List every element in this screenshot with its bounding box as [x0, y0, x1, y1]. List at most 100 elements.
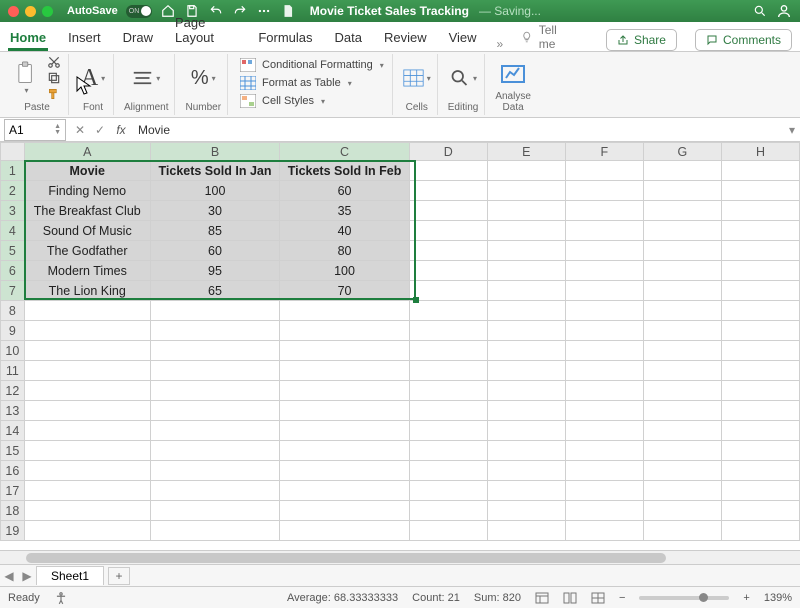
- cell[interactable]: 85: [150, 221, 280, 241]
- cell[interactable]: [565, 201, 643, 221]
- cell[interactable]: [487, 201, 565, 221]
- add-sheet-button[interactable]: +: [108, 567, 130, 585]
- cell[interactable]: [280, 341, 410, 361]
- cell[interactable]: [565, 341, 643, 361]
- row-header[interactable]: 16: [1, 461, 25, 481]
- alignment-button[interactable]: ▾: [132, 61, 160, 95]
- cell[interactable]: [721, 261, 799, 281]
- cell[interactable]: [565, 241, 643, 261]
- row-header[interactable]: 2: [1, 181, 25, 201]
- tab-formulas[interactable]: Formulas: [256, 26, 314, 51]
- cell[interactable]: [24, 321, 150, 341]
- cell[interactable]: [150, 401, 280, 421]
- tab-view[interactable]: View: [447, 26, 479, 51]
- cell[interactable]: [150, 341, 280, 361]
- cell[interactable]: [409, 361, 487, 381]
- cell[interactable]: [409, 421, 487, 441]
- cell[interactable]: [643, 201, 721, 221]
- cell[interactable]: [409, 261, 487, 281]
- column-header[interactable]: A: [24, 143, 150, 161]
- cell[interactable]: [643, 401, 721, 421]
- cell[interactable]: [409, 401, 487, 421]
- cell[interactable]: [565, 441, 643, 461]
- cell[interactable]: Tickets Sold In Jan: [150, 161, 280, 181]
- cell[interactable]: [150, 321, 280, 341]
- cell[interactable]: [721, 321, 799, 341]
- cell[interactable]: [721, 301, 799, 321]
- analyse-data-button[interactable]: [499, 57, 527, 91]
- cell[interactable]: [150, 441, 280, 461]
- row-header[interactable]: 3: [1, 201, 25, 221]
- cell[interactable]: [487, 241, 565, 261]
- cell[interactable]: [721, 201, 799, 221]
- expand-formula-bar-icon[interactable]: ▾: [784, 123, 800, 137]
- cell[interactable]: [643, 441, 721, 461]
- cell[interactable]: 30: [150, 201, 280, 221]
- cell[interactable]: [643, 321, 721, 341]
- column-header[interactable]: D: [409, 143, 487, 161]
- cell[interactable]: [643, 461, 721, 481]
- row-header[interactable]: 18: [1, 501, 25, 521]
- cell[interactable]: 65: [150, 281, 280, 301]
- cell[interactable]: [24, 301, 150, 321]
- cell[interactable]: [565, 221, 643, 241]
- cell[interactable]: [280, 361, 410, 381]
- cell[interactable]: [721, 241, 799, 261]
- cell[interactable]: [150, 481, 280, 501]
- cell[interactable]: 80: [280, 241, 410, 261]
- cell[interactable]: [643, 261, 721, 281]
- tab-insert[interactable]: Insert: [66, 26, 103, 51]
- autosave-toggle[interactable]: [126, 5, 152, 18]
- row-header[interactable]: 7: [1, 281, 25, 301]
- comments-button[interactable]: Comments: [695, 29, 792, 51]
- cell[interactable]: [409, 521, 487, 541]
- row-header[interactable]: 15: [1, 441, 25, 461]
- row-header[interactable]: 4: [1, 221, 25, 241]
- row-header[interactable]: 9: [1, 321, 25, 341]
- cell[interactable]: Modern Times: [24, 261, 150, 281]
- cell[interactable]: [643, 241, 721, 261]
- view-page-break-icon[interactable]: [591, 592, 605, 604]
- cell[interactable]: [487, 381, 565, 401]
- sheet-tab-active[interactable]: Sheet1: [36, 566, 104, 585]
- cell[interactable]: [150, 361, 280, 381]
- format-painter-icon[interactable]: [46, 87, 62, 101]
- cell[interactable]: [24, 401, 150, 421]
- editing-button[interactable]: ▾: [449, 61, 477, 95]
- cell[interactable]: [565, 161, 643, 181]
- cell[interactable]: [565, 401, 643, 421]
- cell[interactable]: [721, 181, 799, 201]
- cell[interactable]: [150, 521, 280, 541]
- cell[interactable]: [409, 481, 487, 501]
- cell[interactable]: [643, 381, 721, 401]
- number-format-button[interactable]: %▾: [189, 61, 217, 95]
- cell[interactable]: [565, 421, 643, 441]
- cell[interactable]: 40: [280, 221, 410, 241]
- cell[interactable]: 100: [150, 181, 280, 201]
- cell[interactable]: [643, 481, 721, 501]
- cell[interactable]: [24, 361, 150, 381]
- cell[interactable]: [280, 301, 410, 321]
- cell[interactable]: [643, 521, 721, 541]
- cell[interactable]: [643, 281, 721, 301]
- cell[interactable]: 60: [150, 241, 280, 261]
- cell[interactable]: [487, 501, 565, 521]
- cell[interactable]: [24, 381, 150, 401]
- cell[interactable]: [280, 461, 410, 481]
- cell[interactable]: [565, 521, 643, 541]
- row-header[interactable]: 8: [1, 301, 25, 321]
- cell[interactable]: [643, 361, 721, 381]
- cell[interactable]: Tickets Sold In Feb: [280, 161, 410, 181]
- tab-home[interactable]: Home: [8, 26, 48, 51]
- cell[interactable]: 60: [280, 181, 410, 201]
- cell[interactable]: [721, 441, 799, 461]
- cell[interactable]: [721, 481, 799, 501]
- cell[interactable]: [487, 321, 565, 341]
- cell[interactable]: [150, 421, 280, 441]
- cell[interactable]: [487, 481, 565, 501]
- accessibility-icon[interactable]: [54, 591, 68, 605]
- cell[interactable]: [24, 481, 150, 501]
- cell[interactable]: 95: [150, 261, 280, 281]
- cell[interactable]: [487, 401, 565, 421]
- cut-icon[interactable]: [46, 55, 62, 69]
